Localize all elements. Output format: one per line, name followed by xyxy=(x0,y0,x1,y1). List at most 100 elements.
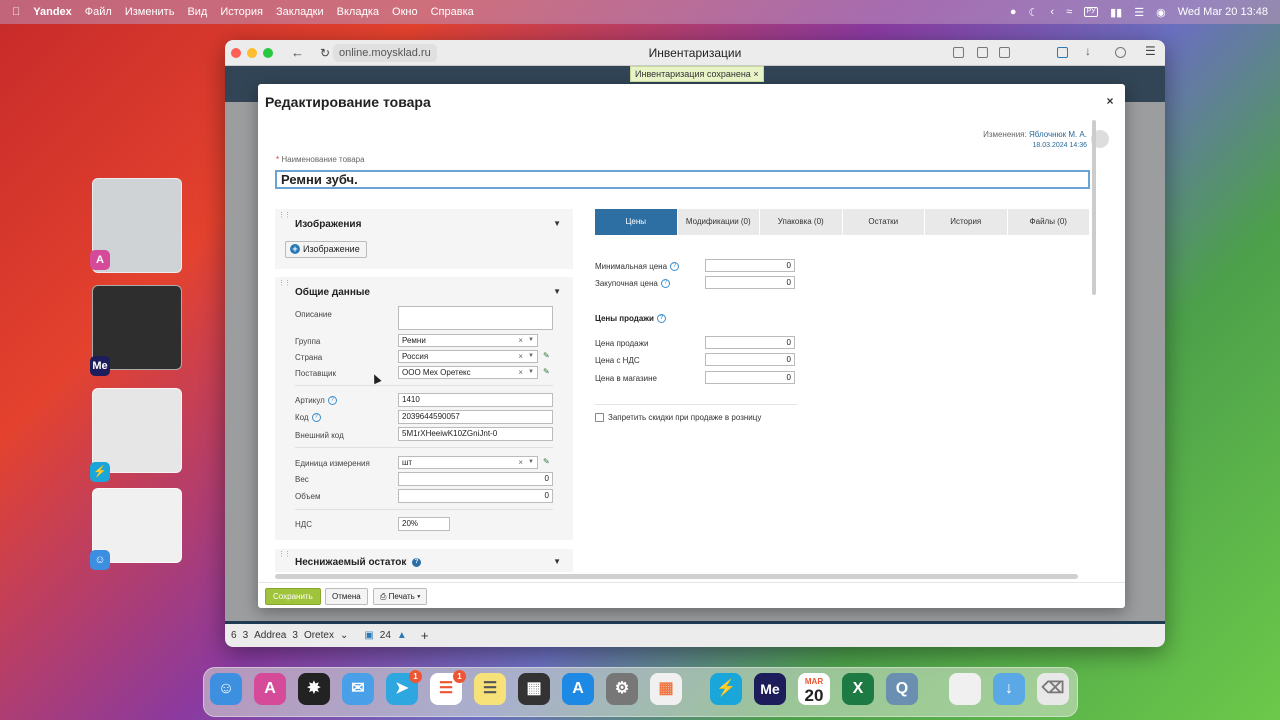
moon-icon[interactable]: ☾ xyxy=(1029,6,1039,19)
address-bar[interactable]: online.moysklad.ru xyxy=(333,44,437,62)
description-textarea[interactable] xyxy=(398,306,553,330)
affinity-app-icon[interactable]: A xyxy=(90,250,110,270)
menu-tab[interactable]: Вкладка xyxy=(337,6,379,18)
general-data-header[interactable]: Общие данные xyxy=(295,287,370,298)
menu-edit[interactable]: Изменить xyxy=(125,6,175,18)
horizontal-scrollbar[interactable] xyxy=(275,574,1078,579)
wifi-icon[interactable]: ≈ xyxy=(1066,6,1072,18)
bolt-icon[interactable]: ⚡ xyxy=(710,673,742,705)
excel-icon[interactable]: X xyxy=(842,673,874,705)
siri-icon[interactable]: ◉ xyxy=(1156,6,1166,19)
store-price-input[interactable]: 0 xyxy=(705,371,795,384)
dropdown-arrow-icon[interactable]: ▼ xyxy=(528,367,534,378)
tab-group-label-2[interactable]: Addrea xyxy=(254,630,286,641)
supplier-select[interactable]: ООО Мех Оретекс × ▼ xyxy=(398,366,538,379)
stage-thumbnail-3[interactable] xyxy=(92,388,182,473)
help-icon[interactable]: ? xyxy=(311,413,321,423)
caret-down-icon[interactable]: ▼ xyxy=(553,219,561,228)
tab-icon[interactable]: ▣ xyxy=(364,630,373,641)
mail-icon[interactable]: ✉ xyxy=(342,673,374,705)
tab-group-count-3[interactable]: 3 xyxy=(292,630,298,641)
caret-down-icon[interactable]: ▼ xyxy=(553,287,561,296)
drag-handle-icon[interactable]: ⋮⋮ xyxy=(278,550,291,558)
clear-icon[interactable]: × xyxy=(518,335,523,346)
menu-icon[interactable]: ☰ xyxy=(1145,44,1156,58)
app-store-icon[interactable]: A xyxy=(562,673,594,705)
calendar-icon[interactable]: MAR 20 xyxy=(798,673,830,705)
tab-group-count-1[interactable]: 6 xyxy=(231,630,237,641)
bolt-app-icon[interactable]: ⚡ xyxy=(90,462,110,482)
vertical-scrollbar[interactable] xyxy=(1092,120,1096,295)
battery-icon[interactable]: ▮▮ xyxy=(1110,6,1122,19)
article-input[interactable]: 1410 xyxy=(398,393,553,407)
vat-price-input[interactable]: 0 xyxy=(705,353,795,366)
apple-icon[interactable]:  xyxy=(12,6,20,18)
reminders-icon[interactable]: ☰ 1 xyxy=(430,670,466,705)
help-icon[interactable]: ? xyxy=(660,279,670,289)
calculator-icon[interactable]: ▦ xyxy=(518,673,550,705)
min-price-input[interactable]: 0 xyxy=(705,259,795,272)
unit-select[interactable]: шт × ▼ xyxy=(398,456,538,469)
product-name-input[interactable]: Ремни зубч. xyxy=(275,170,1090,189)
drag-handle-icon[interactable]: ⋮⋮ xyxy=(278,211,291,219)
menu-help[interactable]: Справка xyxy=(431,6,474,18)
purchase-price-input[interactable]: 0 xyxy=(705,276,795,289)
vat-input[interactable]: 20% xyxy=(398,517,450,531)
clear-icon[interactable]: × xyxy=(518,367,523,378)
weight-input[interactable]: 0 xyxy=(398,472,553,486)
menu-view[interactable]: Вид xyxy=(187,6,207,18)
chevron-left-icon[interactable]: ‹ xyxy=(1050,6,1054,18)
minimize-window-icon[interactable] xyxy=(247,47,257,58)
help-icon[interactable]: ? xyxy=(656,314,666,324)
group-select[interactable]: Ремни × ▼ xyxy=(398,334,538,347)
tab-files[interactable]: Файлы (0) xyxy=(1007,209,1090,235)
print-button[interactable]: ⎙ Печать ▾ xyxy=(373,588,428,605)
zoom-window-icon[interactable] xyxy=(263,47,273,58)
dropdown-arrow-icon[interactable]: ▼ xyxy=(528,457,534,468)
menu-bookmarks[interactable]: Закладки xyxy=(276,6,324,18)
spark-icon[interactable]: ✸ xyxy=(298,673,330,705)
toast-close-icon[interactable]: × xyxy=(753,69,758,79)
edit-pencil-icon[interactable]: ✎ xyxy=(543,351,550,360)
dropdown-arrow-icon[interactable]: ▼ xyxy=(528,335,534,346)
tab-history[interactable]: История xyxy=(925,209,1008,235)
menu-window[interactable]: Окно xyxy=(392,6,418,18)
country-select[interactable]: Россия × ▼ xyxy=(398,350,538,363)
clear-icon[interactable]: × xyxy=(518,351,523,362)
ext-code-input[interactable]: 5M1rXHeeiwK10ZGniJnt-0 xyxy=(398,427,553,441)
back-icon[interactable]: ← xyxy=(291,45,304,60)
quicktime-icon[interactable]: Q xyxy=(886,673,918,705)
menu-history[interactable]: История xyxy=(220,6,263,18)
translate-icon[interactable] xyxy=(953,47,964,58)
help-icon[interactable]: ? xyxy=(412,557,422,567)
add-image-button[interactable]: + Изображение xyxy=(285,241,367,258)
help-icon[interactable]: ? xyxy=(670,262,680,272)
tab-count[interactable]: 24 xyxy=(380,630,391,641)
images-header[interactable]: Изображения xyxy=(295,219,361,230)
media-encoder-app-icon[interactable]: Me xyxy=(90,356,110,376)
reload-icon[interactable]: ↻ xyxy=(320,46,330,60)
close-window-icon[interactable] xyxy=(231,47,241,58)
min-stock-header[interactable]: Неснижаемый остаток ? xyxy=(295,557,422,568)
keyboard-icon[interactable] xyxy=(949,673,981,705)
settings-icon[interactable]: ⚙ xyxy=(606,673,638,705)
control-center-icon[interactable]: ☰ xyxy=(1134,6,1144,19)
volume-input[interactable]: 0 xyxy=(398,489,553,503)
menu-file[interactable]: Файл xyxy=(85,6,112,18)
cancel-button[interactable]: Отмена xyxy=(325,588,368,605)
new-tab-icon[interactable]: + xyxy=(421,628,429,643)
record-icon[interactable]: ● xyxy=(1010,6,1017,18)
drag-handle-icon[interactable]: ⋮⋮ xyxy=(278,279,291,287)
input-source-icon[interactable]: РУ xyxy=(1084,7,1099,17)
disable-discount-label[interactable]: Запретить скидки при продаже в розницу xyxy=(608,413,761,422)
finder-icon[interactable]: ☺ xyxy=(210,673,242,705)
menu-app-name[interactable]: Yandex xyxy=(33,6,72,18)
bookmark-icon[interactable] xyxy=(999,47,1010,58)
tab-group-count-2[interactable]: 3 xyxy=(243,630,249,641)
trash-icon[interactable]: ⌫ xyxy=(1037,673,1069,705)
affinity-icon[interactable]: A xyxy=(254,673,286,705)
close-modal-button[interactable]: × xyxy=(1103,94,1117,108)
tab-group-label-3[interactable]: Oretex xyxy=(304,630,334,641)
notes-icon[interactable]: ☰ xyxy=(474,673,506,705)
changed-by[interactable]: Яблочнюк М. А. xyxy=(1029,130,1087,139)
